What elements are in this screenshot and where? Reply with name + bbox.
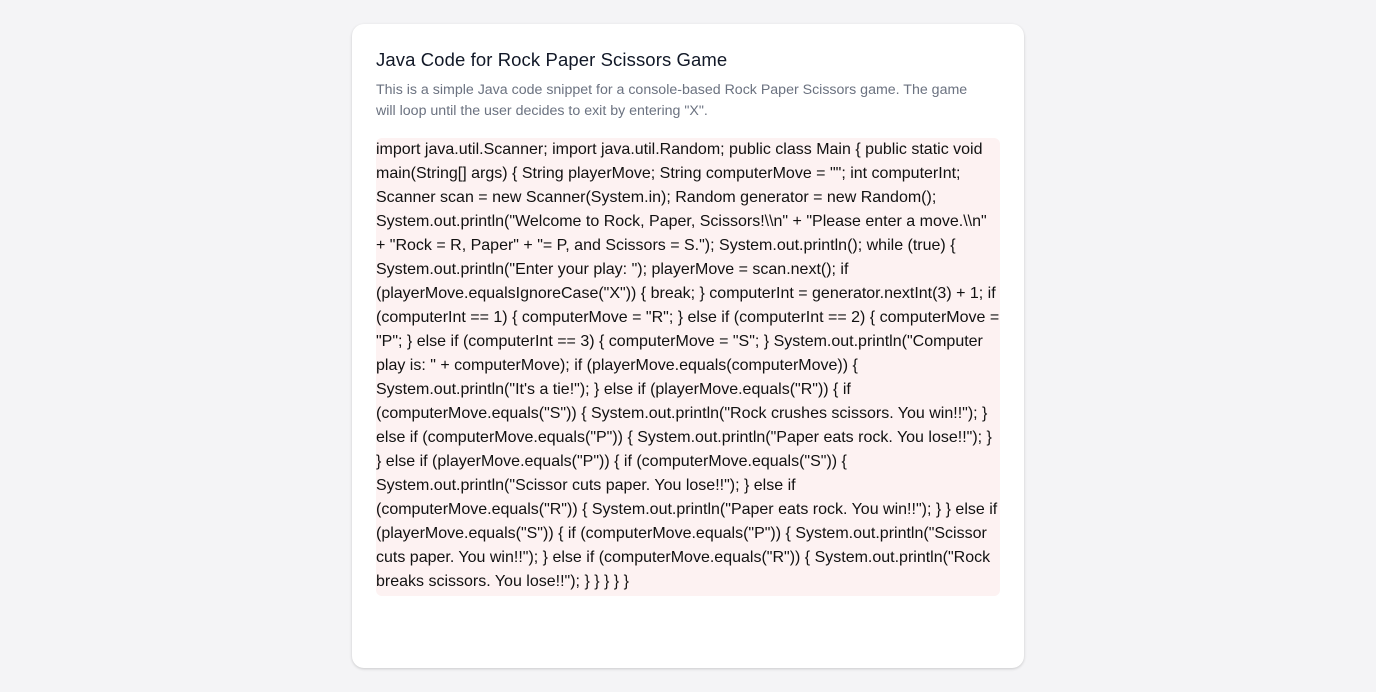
- code-snippet-card: Java Code for Rock Paper Scissors Game T…: [352, 24, 1024, 668]
- card-description: This is a simple Java code snippet for a…: [376, 82, 968, 119]
- card-title: Java Code for Rock Paper Scissors Game: [376, 49, 728, 70]
- code-block[interactable]: import java.util.Scanner; import java.ut…: [376, 138, 1000, 596]
